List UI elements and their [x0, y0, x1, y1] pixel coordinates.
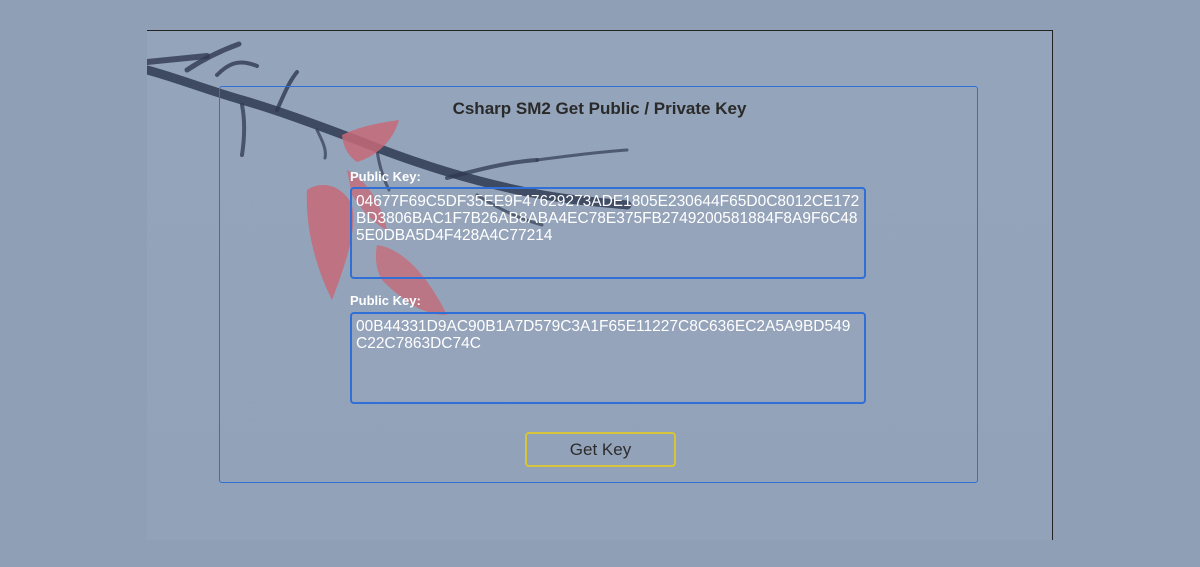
key-panel: Csharp SM2 Get Public / Private Key Publ…	[219, 86, 978, 483]
window-right-border	[1052, 30, 1053, 540]
private-key-textarea[interactable]: 00B44331D9AC90B1A7D579C3A1F65E11227C8C63…	[350, 312, 866, 404]
panel-title: Csharp SM2 Get Public / Private Key	[452, 99, 747, 118]
window-top-border	[147, 30, 1053, 31]
private-key-label: Public Key:	[350, 293, 421, 308]
get-key-button[interactable]: Get Key	[525, 432, 676, 467]
screen: Csharp SM2 Get Public / Private Key Publ…	[0, 0, 1200, 567]
public-key-label: Public Key:	[350, 169, 421, 184]
public-key-textarea[interactable]: 04677F69C5DF35EE9F47629273ADE1805E230644…	[350, 187, 866, 279]
